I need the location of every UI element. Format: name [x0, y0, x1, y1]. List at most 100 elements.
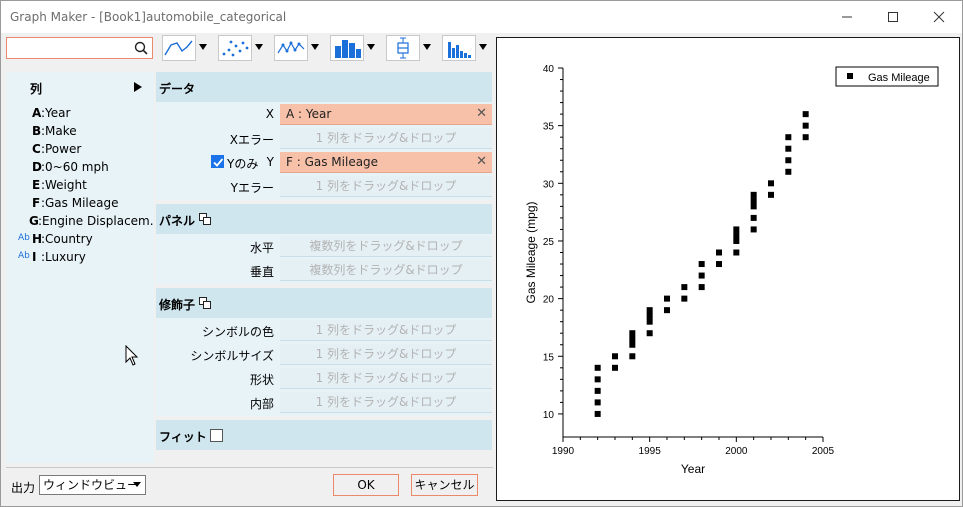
mouse-pointer-icon: [125, 345, 139, 366]
data-point: [629, 330, 636, 337]
column-plot-icon: [330, 35, 364, 61]
symbol-size-placeholder: 1 列をドラッグ&ドロップ: [315, 347, 457, 361]
y-column-slot[interactable]: F : Gas Mileage ✕: [280, 152, 492, 173]
column-letter: F: [32, 196, 41, 210]
x-label: X: [265, 107, 274, 121]
y-column-value: F : Gas Mileage: [286, 155, 379, 169]
output-select[interactable]: ウィンドウビュー: [39, 475, 146, 495]
shape-slot[interactable]: 1 列をドラッグ&ドロップ: [280, 368, 492, 389]
ok-button-label: OK: [357, 478, 375, 492]
symbol-size-slot[interactable]: 1 列をドラッグ&ドロップ: [280, 344, 492, 365]
y-error-placeholder: 1 列をドラッグ&ドロップ: [315, 179, 457, 193]
fit-checkbox[interactable]: [210, 429, 223, 442]
chevron-down-icon[interactable]: [311, 44, 319, 50]
shape-label: 形状: [249, 373, 274, 387]
chevron-down-icon[interactable]: [423, 44, 431, 50]
panel-layout-icon[interactable]: [199, 213, 211, 225]
column-name: 0~60 mph: [45, 160, 109, 174]
minimize-button[interactable]: [824, 1, 870, 33]
column-name: Power: [45, 142, 82, 156]
data-point: [785, 145, 792, 152]
fit-section-header[interactable]: フィット: [156, 420, 492, 450]
histogram-plot-icon: [442, 35, 476, 61]
chevron-down-icon[interactable]: [479, 44, 487, 50]
data-point: [785, 134, 792, 141]
panel-section-title: パネル: [159, 214, 196, 228]
data-point: [733, 232, 740, 239]
data-point: [698, 261, 705, 268]
data-point: [716, 249, 722, 256]
data-section-header[interactable]: データ: [156, 72, 492, 102]
output-select-value: ウィンドウビュー: [43, 478, 140, 492]
x-axis-label: Year: [681, 462, 705, 476]
data-point: [629, 335, 636, 342]
column-item[interactable]: F: Gas Mileage: [6, 194, 154, 212]
data-point: [646, 312, 653, 319]
column-item[interactable]: Ab I: Luxury: [6, 248, 154, 266]
maximize-button[interactable]: [870, 1, 916, 33]
y-tick-label: 20: [543, 295, 555, 306]
data-point: [594, 387, 601, 394]
x-column-slot[interactable]: A : Year ✕: [280, 104, 492, 125]
data-point: [750, 197, 757, 204]
horizontal-slot[interactable]: 複数列をドラッグ&ドロップ: [280, 236, 492, 257]
legend-symbol: [847, 73, 853, 79]
modifier-options-icon[interactable]: [199, 297, 211, 309]
symbol-color-label: シンボルの色: [201, 325, 274, 339]
interior-slot[interactable]: 1 列をドラッグ&ドロップ: [280, 392, 492, 413]
vertical-slot[interactable]: 複数列をドラッグ&ドロップ: [280, 260, 492, 281]
data-point: [646, 330, 653, 337]
remove-y-icon[interactable]: ✕: [476, 152, 487, 172]
cancel-button[interactable]: キャンセル: [411, 474, 478, 496]
data-point: [629, 341, 636, 348]
y-error-slot[interactable]: 1 列をドラッグ&ドロップ: [280, 176, 492, 197]
close-button[interactable]: [916, 1, 962, 33]
vertical-label: 垂直: [249, 265, 274, 279]
data-point: [750, 214, 757, 221]
chevron-down-icon[interactable]: [199, 44, 207, 50]
chevron-down-icon[interactable]: [367, 44, 375, 50]
data-point: [664, 307, 670, 314]
data-point: [681, 295, 688, 302]
x-error-slot[interactable]: 1 列をドラッグ&ドロップ: [280, 128, 492, 149]
search-icon: [134, 41, 148, 55]
panel-section-header[interactable]: パネル: [156, 204, 492, 234]
column-list-header[interactable]: 列: [6, 72, 154, 102]
y-error-label: Yエラー: [230, 181, 274, 195]
column-item[interactable]: G: Engine Displacem...: [6, 212, 154, 230]
modifier-section-header[interactable]: 修飾子: [156, 288, 492, 318]
x-tick-label: 1990: [552, 446, 575, 457]
window-title: Graph Maker - [Book1]automobile_categori…: [10, 10, 287, 24]
column-item[interactable]: A: Year: [6, 104, 154, 122]
remove-x-icon[interactable]: ✕: [476, 104, 487, 124]
ok-button[interactable]: OK: [333, 474, 399, 496]
symbol-color-slot[interactable]: 1 列をドラッグ&ドロップ: [280, 320, 492, 341]
column-item[interactable]: E: Weight: [6, 176, 154, 194]
modifier-section-title: 修飾子: [159, 298, 196, 312]
data-point: [733, 237, 740, 244]
settings-panel: データ X A : Year ✕ Xエラー 1 列をドラッグ&ドロップ Yのみ …: [156, 72, 492, 452]
y-tick-label: 10: [543, 410, 555, 421]
column-letter: C: [32, 142, 41, 156]
text-column-icon: Ab: [18, 251, 30, 261]
data-point: [594, 399, 601, 406]
graph-maker-window: Graph Maker - [Book1]automobile_categori…: [0, 0, 963, 507]
data-point: [612, 353, 618, 360]
x-tick-label: 2005: [812, 446, 835, 457]
y-tick-label: 15: [543, 352, 555, 363]
line-plot-icon: [162, 35, 196, 61]
title-bar: Graph Maker - [Book1]automobile_categori…: [1, 1, 962, 33]
column-item[interactable]: Ab H: Country: [6, 230, 154, 248]
panel-section-body: 水平 複数列をドラッグ&ドロップ 垂直 複数列をドラッグ&ドロップ: [156, 234, 492, 284]
data-section-body: X A : Year ✕ Xエラー 1 列をドラッグ&ドロップ Yのみ Y F …: [156, 102, 492, 200]
column-item[interactable]: B: Make: [6, 122, 154, 140]
vertical-placeholder: 複数列をドラッグ&ドロップ: [309, 263, 463, 277]
column-item[interactable]: D:0~60 mph: [6, 158, 154, 176]
interior-label: 内部: [249, 397, 274, 411]
expand-right-icon[interactable]: [134, 82, 142, 92]
column-search-input[interactable]: [6, 37, 153, 59]
column-item[interactable]: C: Power: [6, 140, 154, 158]
data-point: [646, 307, 653, 314]
cancel-button-label: キャンセル: [414, 478, 475, 492]
chevron-down-icon[interactable]: [255, 44, 263, 50]
